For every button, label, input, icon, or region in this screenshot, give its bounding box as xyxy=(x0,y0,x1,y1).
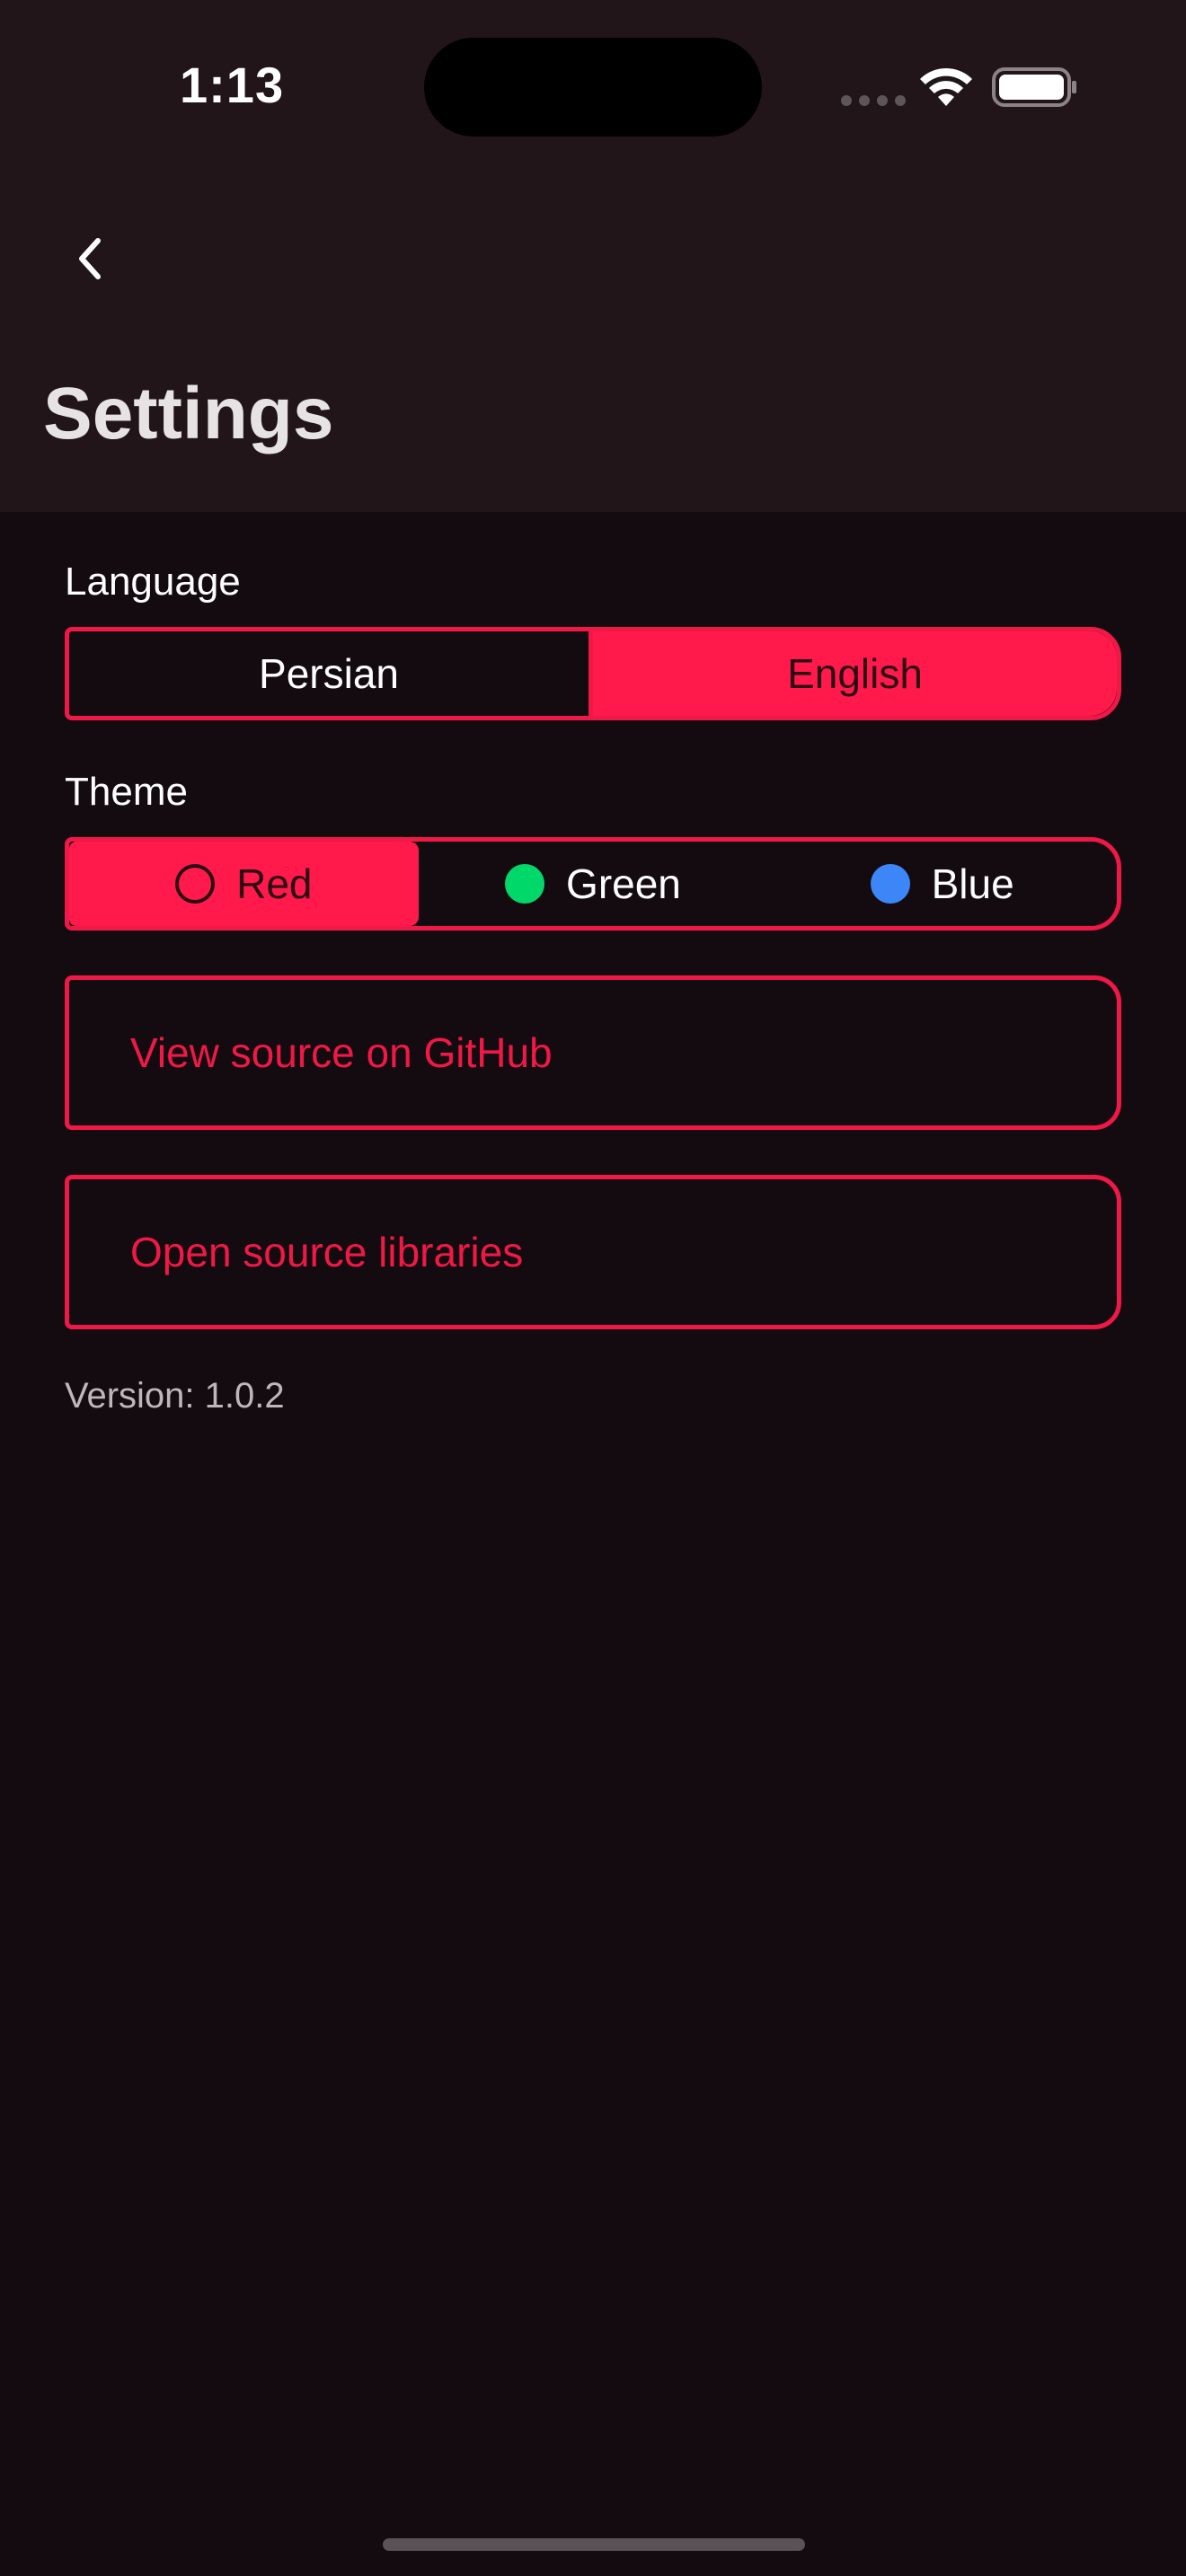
green-swatch-icon xyxy=(505,864,545,904)
theme-label: Theme xyxy=(65,770,188,814)
theme-option-label: Red xyxy=(236,860,313,907)
language-label: Language xyxy=(65,560,241,604)
status-time: 1:13 xyxy=(180,57,285,113)
version-text: Version: 1.0.2 xyxy=(65,1376,285,1416)
libraries-link-button[interactable]: Open source libraries xyxy=(65,1175,1121,1329)
language-option-english[interactable]: English xyxy=(593,631,1117,716)
theme-option-red[interactable]: Red xyxy=(69,842,419,926)
github-link-button[interactable]: View source on GitHub xyxy=(65,975,1121,1130)
chevron-left-icon xyxy=(79,238,101,279)
theme-option-blue[interactable]: Blue xyxy=(767,842,1117,926)
page-title: Settings xyxy=(43,373,334,454)
theme-option-label: Blue xyxy=(931,860,1014,907)
blue-swatch-icon xyxy=(870,864,910,904)
theme-option-label: Green xyxy=(566,860,681,907)
battery-icon xyxy=(992,67,1076,107)
dynamic-island xyxy=(424,38,762,137)
cellular-signal-icon xyxy=(841,95,906,106)
wifi-icon xyxy=(920,67,972,106)
red-swatch-icon xyxy=(175,864,216,904)
back-button[interactable] xyxy=(63,225,117,293)
language-selector: Persian English xyxy=(65,627,1121,720)
language-option-persian[interactable]: Persian xyxy=(69,631,593,716)
theme-selector: Red Green Blue xyxy=(65,837,1121,931)
home-indicator xyxy=(383,2538,805,2551)
theme-option-green[interactable]: Green xyxy=(419,842,768,926)
